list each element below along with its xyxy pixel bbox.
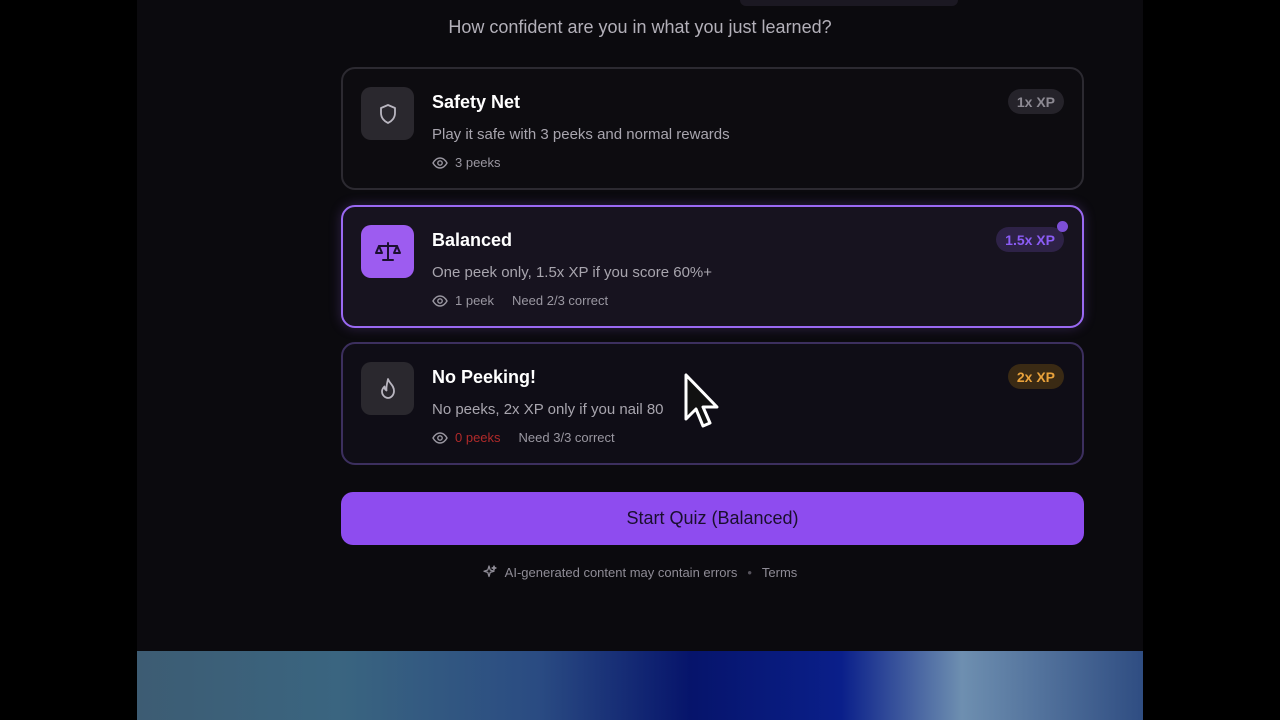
peek-count: 1 peek <box>455 293 495 308</box>
scale-icon <box>361 225 414 278</box>
option-title: Safety Net <box>432 92 521 112</box>
option-title: Balanced <box>432 230 513 250</box>
confidence-prompt: How confident are you in what you just l… <box>448 17 832 37</box>
xp-badge: 2x XP <box>1007 364 1064 389</box>
separator-dot: • <box>747 564 752 580</box>
top-tab <box>740 0 958 6</box>
eye-icon <box>432 431 448 444</box>
ai-disclaimer: AI-generated content may contain errors <box>504 564 738 580</box>
requirement-text: Need 2/3 correct <box>512 293 609 308</box>
option-title: No Peeking! <box>432 367 537 387</box>
selected-indicator <box>1057 221 1068 232</box>
option-card-balanced[interactable]: Balanced One peek only, 1.5x XP if you s… <box>341 205 1084 328</box>
option-meta: 1 peek Need 2/3 correct <box>432 293 608 308</box>
xp-badge: 1.5x XP <box>996 227 1064 252</box>
sparkle-icon <box>483 565 497 579</box>
flame-icon <box>361 362 414 415</box>
option-description: Play it safe with 3 peeks and normal rew… <box>432 126 730 143</box>
option-meta: 0 peeks Need 3/3 correct <box>432 430 615 445</box>
footer: AI-generated content may contain errors … <box>0 563 1280 581</box>
eye-icon <box>432 156 448 169</box>
shield-icon <box>361 87 414 140</box>
option-description: One peek only, 1.5x XP if you score 60%+ <box>432 264 713 281</box>
eye-icon <box>432 294 448 307</box>
peek-count: 0 peeks <box>455 430 501 445</box>
terms-link[interactable]: Terms <box>762 565 797 580</box>
option-meta: 3 peeks <box>432 155 501 170</box>
option-card-safety-net[interactable]: Safety Net Play it safe with 3 peeks and… <box>341 67 1084 190</box>
requirement-text: Need 3/3 correct <box>518 430 615 445</box>
option-description: No peeks, 2x XP only if you nail 80 <box>432 401 664 418</box>
mouse-cursor-icon <box>683 373 721 442</box>
background-image-strip <box>137 651 1143 720</box>
start-quiz-button[interactable]: Start Quiz (Balanced) <box>341 492 1084 545</box>
peek-count: 3 peeks <box>455 155 501 170</box>
xp-badge: 1x XP <box>1007 89 1064 114</box>
